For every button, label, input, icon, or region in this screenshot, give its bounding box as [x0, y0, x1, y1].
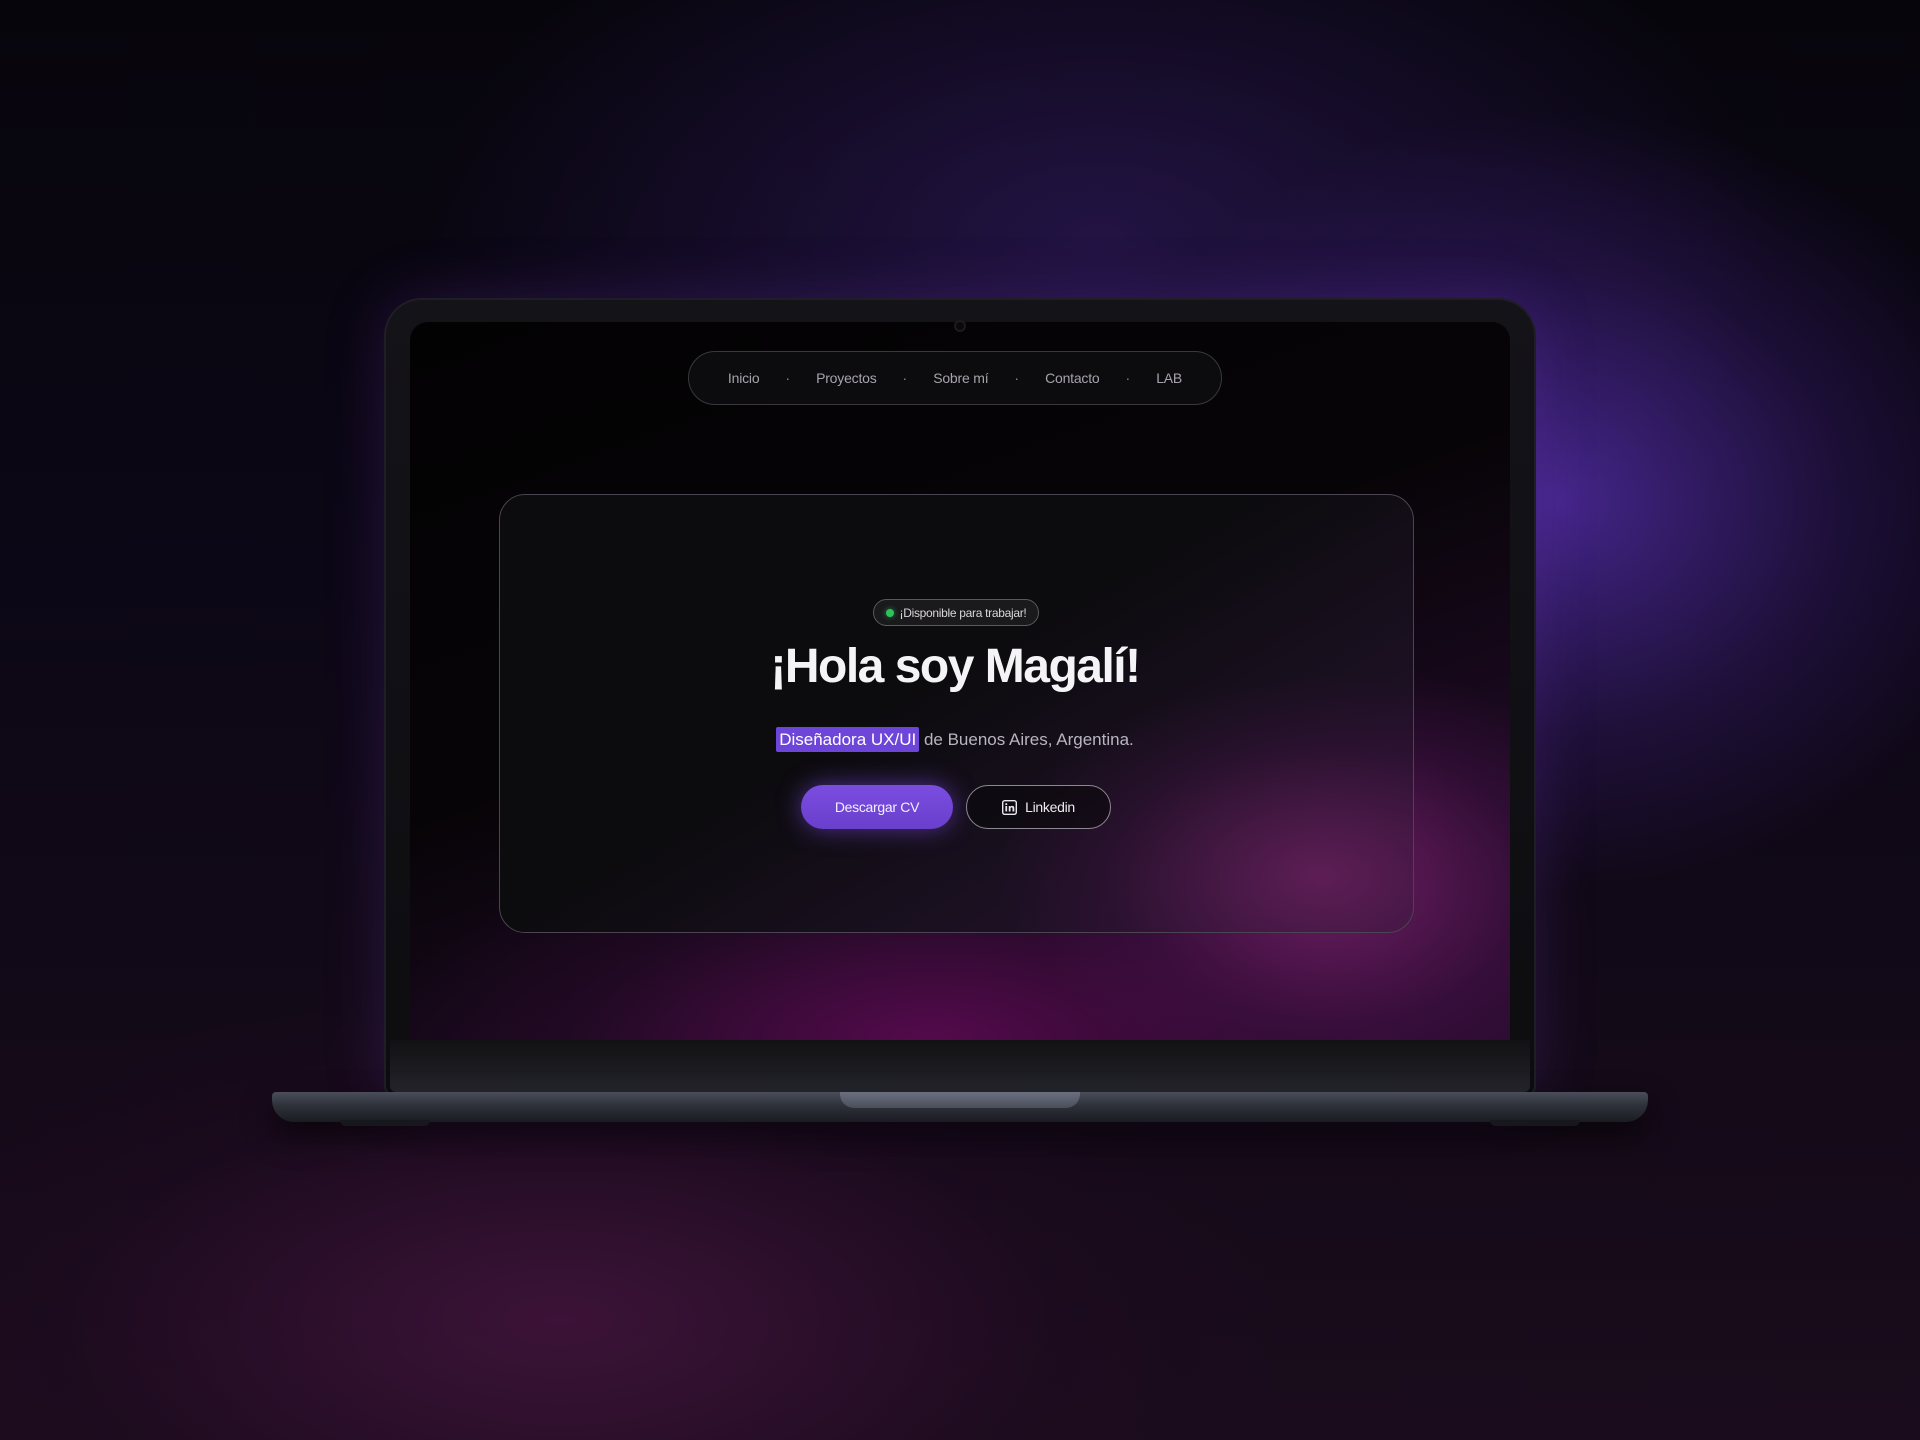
download-cv-label: Descargar CV	[834, 799, 920, 815]
linkedin-label: Linkedin	[1025, 799, 1075, 815]
availability-badge: ¡Disponible para trabajar!	[873, 599, 1039, 626]
hero-card	[499, 494, 1414, 933]
camera	[956, 322, 964, 330]
nav-separator: ·	[902, 370, 908, 386]
hero-title: ¡Hola soy Magalí!	[770, 640, 1141, 693]
laptop-chin	[390, 1040, 1530, 1092]
laptop-notch	[840, 1092, 1080, 1108]
nav-item-inicio[interactable]: Inicio	[718, 370, 769, 386]
nav-item-proyectos[interactable]: Proyectos	[806, 370, 886, 386]
availability-text: ¡Disponible para trabajar!	[899, 605, 1027, 620]
nav-separator: ·	[1125, 370, 1131, 386]
location-text: de Buenos Aires, Argentina.	[919, 730, 1134, 749]
download-cv-button[interactable]: Descargar CV	[801, 785, 953, 829]
nav-separator: ·	[785, 370, 791, 386]
hero-subtitle: Diseñadora UX/UI de Buenos Aires, Argent…	[560, 725, 1350, 755]
nav-item-contacto[interactable]: Contacto	[1035, 370, 1109, 386]
role-highlight: Diseñadora UX/UI	[776, 727, 920, 752]
status-dot-icon	[885, 608, 894, 617]
laptop-foot-left	[340, 1120, 430, 1126]
nav-separator: ·	[1014, 370, 1020, 386]
linkedin-icon	[1002, 799, 1018, 815]
linkedin-button[interactable]: Linkedin	[966, 785, 1111, 829]
background: Inicio · Proyectos · Sobre mí · Contacto…	[0, 0, 1920, 1440]
laptop-foot-right	[1490, 1120, 1580, 1126]
nav-item-sobre-mi[interactable]: Sobre mí	[923, 370, 998, 386]
nav-item-lab[interactable]: LAB	[1146, 370, 1192, 386]
top-navigation: Inicio · Proyectos · Sobre mí · Contacto…	[688, 351, 1222, 405]
